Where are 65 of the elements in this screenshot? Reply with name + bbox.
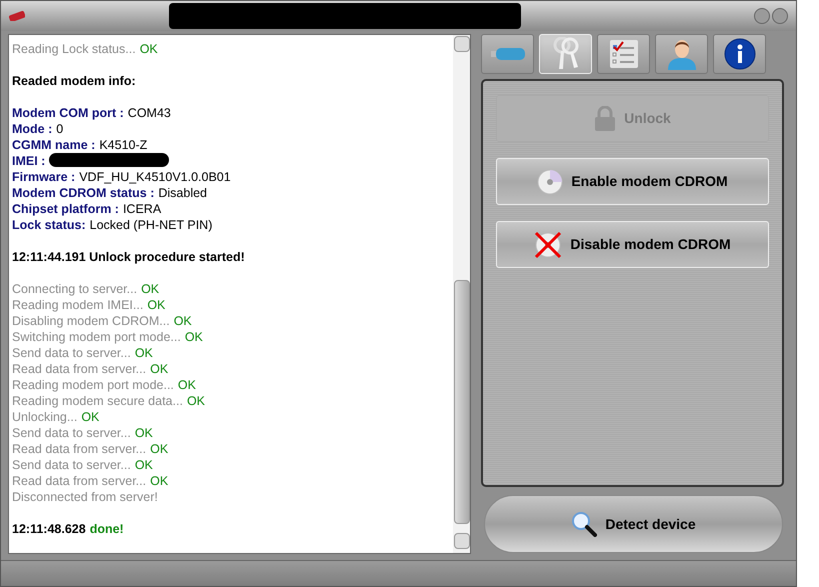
info-value: COM43 bbox=[128, 105, 171, 121]
log-line: Unlocking... bbox=[12, 409, 78, 425]
cd-icon bbox=[537, 168, 564, 194]
status-text: OK bbox=[178, 377, 196, 393]
log-line: Send data to server... bbox=[12, 345, 131, 361]
info-value: 0 bbox=[56, 121, 64, 137]
detect-device-button[interactable]: Detect device bbox=[484, 495, 783, 553]
log-line: Send data to server... bbox=[12, 457, 131, 473]
info-label: Modem CDROM status : bbox=[12, 185, 154, 201]
status-text: OK bbox=[141, 281, 160, 297]
info-icon bbox=[724, 38, 756, 70]
log-line: Connecting to server... bbox=[12, 281, 138, 297]
status-text: OK bbox=[150, 361, 168, 377]
log-line: Switching modem port mode... bbox=[12, 329, 181, 345]
info-value: Disabled bbox=[158, 185, 208, 201]
padlock-icon bbox=[594, 106, 616, 132]
info-value: Locked (PH-NET PIN) bbox=[90, 217, 212, 233]
info-label: Chipset platform : bbox=[12, 201, 119, 217]
status-text: OK bbox=[134, 457, 153, 473]
log-line: Read data from server... bbox=[12, 441, 146, 457]
usb-stick-icon bbox=[490, 47, 524, 61]
usb-stick-icon bbox=[9, 11, 25, 21]
checklist-icon bbox=[608, 39, 638, 69]
info-value: K4510-Z bbox=[99, 137, 148, 153]
toolbar-tab[interactable] bbox=[713, 34, 766, 74]
info-label: Lock status: bbox=[12, 217, 86, 233]
log-line: Read data from server... bbox=[12, 473, 146, 489]
close-button[interactable] bbox=[772, 8, 788, 24]
info-label: IMEI : bbox=[12, 153, 46, 169]
status-text: OK bbox=[147, 297, 166, 313]
status-text: OK bbox=[174, 313, 192, 329]
status-text: OK bbox=[140, 41, 158, 57]
minimize-button[interactable] bbox=[754, 8, 770, 24]
log-line: Send data to server... bbox=[12, 425, 131, 441]
log-line: Reading Lock status... bbox=[12, 41, 136, 57]
log-line: Reading modem port mode... bbox=[12, 377, 174, 393]
status-text: OK bbox=[150, 473, 168, 489]
info-value: VDF_HU_K4510V1.0.0B01 bbox=[79, 169, 231, 185]
status-text: OK bbox=[184, 329, 203, 345]
user-icon bbox=[666, 38, 696, 70]
action-button[interactable]: Enable modem CDROM bbox=[496, 158, 769, 205]
status-text: OK bbox=[186, 393, 205, 409]
log-line: Disabling modem CDROM... bbox=[12, 313, 170, 329]
action-button[interactable]: Disable modem CDROM bbox=[496, 221, 769, 268]
log-heading: 12:11:44.191 Unlock procedure started! bbox=[12, 249, 246, 265]
log-heading: Readed modem info: bbox=[12, 73, 137, 89]
info-label: Mode : bbox=[12, 121, 52, 137]
log-line: Disconnected from server! bbox=[12, 489, 158, 505]
log-line: Read data from server... bbox=[12, 361, 146, 377]
keys-icon bbox=[552, 37, 580, 71]
status-text: OK bbox=[150, 441, 168, 457]
info-value: ICERA bbox=[122, 201, 162, 217]
status-text: OK bbox=[134, 425, 153, 441]
log-time: 12:11:48.628 bbox=[12, 521, 86, 537]
status-text: OK bbox=[134, 345, 153, 361]
info-label: CGMM name : bbox=[12, 137, 96, 153]
scrollbar[interactable] bbox=[453, 35, 470, 553]
info-label: Modem COM port : bbox=[12, 105, 124, 121]
search-icon bbox=[571, 511, 598, 537]
log-line: Reading modem secure data... bbox=[12, 393, 183, 409]
info-label: Firmware : bbox=[12, 169, 76, 185]
status-text: OK bbox=[81, 409, 100, 425]
log-line: Reading modem IMEI... bbox=[12, 297, 144, 313]
crossed-cd-icon bbox=[534, 230, 562, 258]
status-text: done! bbox=[90, 521, 124, 537]
